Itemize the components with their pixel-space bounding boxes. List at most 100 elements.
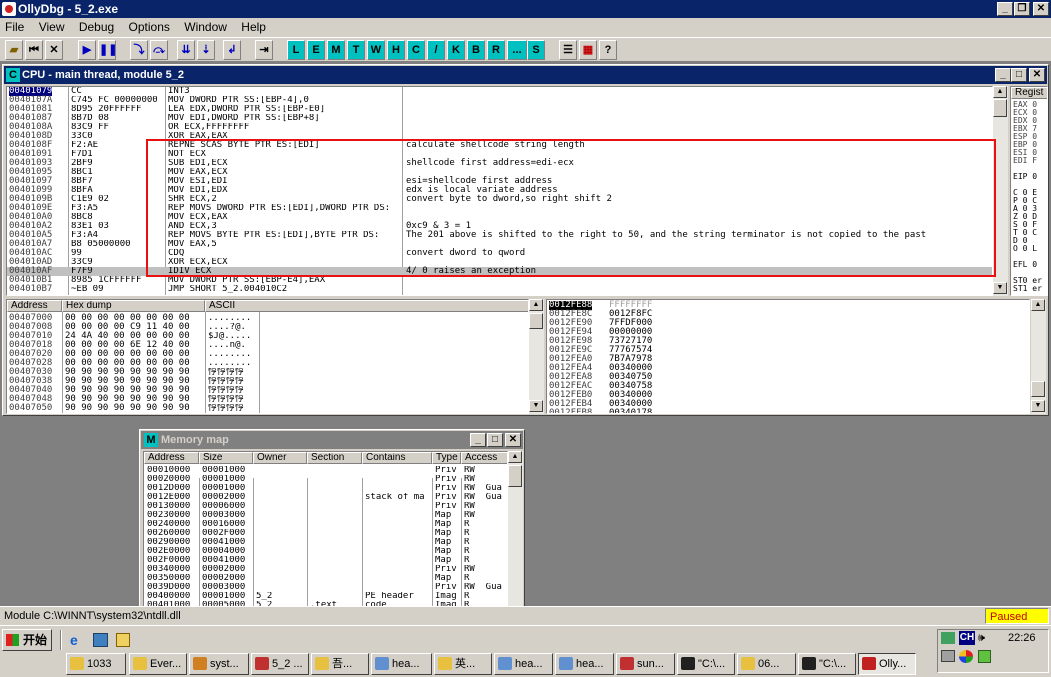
cpu-close-button[interactable]: ✕ xyxy=(1029,68,1045,82)
dump-scrollbar[interactable]: ▲ ▼ xyxy=(529,299,544,414)
disasm-row[interactable]: 00401087 8B7D 08 MOV EDI,DWORD PTR SS:[EBP… xyxy=(7,114,992,123)
language-indicator[interactable]: CH xyxy=(959,631,975,645)
hex-dump-pane[interactable]: Address Hex dump ASCII 00407000 00 00 00 … xyxy=(6,299,529,414)
stack-scrollbar[interactable]: ▲ ▼ xyxy=(1031,299,1046,414)
run-trace-button[interactable]: ... xyxy=(507,40,527,60)
register-line[interactable]: EIP 0 xyxy=(1013,173,1047,181)
references-button[interactable]: R xyxy=(487,40,505,60)
maximize-button[interactable]: ❐ xyxy=(1014,2,1030,16)
start-button[interactable]: 开始 xyxy=(2,629,52,651)
menu-debug[interactable]: Debug xyxy=(79,20,114,34)
list-icon[interactable]: ☰ xyxy=(559,40,577,60)
memmap-header-owner[interactable]: Owner xyxy=(253,452,307,464)
handles-button[interactable]: H xyxy=(387,40,405,60)
menu-window[interactable]: Window xyxy=(184,20,227,34)
threads-button[interactable]: T xyxy=(347,40,365,60)
scroll-thumb[interactable] xyxy=(1031,381,1045,397)
security-icon[interactable] xyxy=(959,650,973,663)
patches-button[interactable]: / xyxy=(427,40,445,60)
cpu-minimize-button[interactable]: _ xyxy=(995,68,1011,82)
modules-button[interactable]: E xyxy=(307,40,325,60)
taskbar-button[interactable]: sun... xyxy=(616,653,675,675)
memmap-row[interactable]: 00290000 00041000 Map R xyxy=(144,538,507,547)
register-line[interactable]: EFL 0 xyxy=(1013,261,1047,269)
taskbar-button[interactable]: syst... xyxy=(189,653,249,675)
memmap-row[interactable]: 00230000 00003000 Map RW xyxy=(144,511,507,520)
goto-icon[interactable]: ⇥ xyxy=(255,40,273,60)
network-icon[interactable] xyxy=(941,632,955,644)
pause-icon[interactable]: ❚❚ xyxy=(98,40,117,60)
stack-row[interactable]: 0012FEB8 00340178 xyxy=(547,409,1027,414)
memmap-row[interactable]: 0012D000 00001000 Priv RW Gua xyxy=(144,484,507,493)
appearance-icon[interactable]: ▦ xyxy=(579,40,597,60)
close-process-icon[interactable]: ✕ xyxy=(45,40,63,60)
call-stack-button[interactable]: K xyxy=(447,40,465,60)
memmap-row[interactable]: 00020000 00001000 Priv RW xyxy=(144,475,507,484)
menu-view[interactable]: View xyxy=(39,20,65,34)
windows-button[interactable]: W xyxy=(367,40,385,60)
app-tray-icon[interactable] xyxy=(978,650,991,663)
memmap-row[interactable]: 00400000 00001000 5_2 PE header Imag R xyxy=(144,592,507,601)
disasm-row[interactable]: 004010B7 ~EB 09 JMP SHORT 5_2.004010C2 xyxy=(7,285,992,294)
taskbar-button[interactable]: 06... xyxy=(737,653,796,675)
memmap-close-button[interactable]: ✕ xyxy=(505,433,521,447)
memmap-row[interactable]: 00260000 0002F000 Map R xyxy=(144,529,507,538)
monitor-icon[interactable] xyxy=(941,650,955,662)
volume-icon[interactable]: 🕪 xyxy=(978,632,985,645)
scroll-down-icon[interactable]: ▼ xyxy=(1031,400,1045,412)
memmap-header-address[interactable]: Address xyxy=(144,452,199,464)
stack-pane[interactable]: 0012FE88 FFFFFFFF 0012FE8C 0012F8FC 0012FE90… xyxy=(546,299,1030,414)
log-window-button[interactable]: L xyxy=(287,40,305,60)
register-line[interactable]: EDI F xyxy=(1013,157,1047,165)
dump-row[interactable]: 00407050 90 90 90 90 90 90 90 90 悙悙悙悙 xyxy=(7,404,527,413)
memmap-header-size[interactable]: Size xyxy=(199,452,253,464)
scroll-up-icon[interactable]: ▲ xyxy=(993,86,1007,98)
taskbar-button[interactable]: hea... xyxy=(371,653,432,675)
memmap-row[interactable]: 002F0000 00041000 Map R xyxy=(144,556,507,565)
taskbar-button[interactable]: 5_2 ... xyxy=(251,653,309,675)
step-over-icon[interactable]: ⤼ xyxy=(150,40,168,60)
memmap-maximize-button[interactable]: □ xyxy=(487,433,503,447)
source-button[interactable]: S xyxy=(527,40,545,60)
memmap-header-section[interactable]: Section xyxy=(307,452,362,464)
memmap-row[interactable]: 00010000 00001000 Priv RW xyxy=(144,466,507,475)
scroll-up-icon[interactable]: ▲ xyxy=(508,451,522,463)
execute-till-return-icon[interactable]: ↲ xyxy=(223,40,241,60)
memmap-row[interactable]: 0012E000 00002000 stack of ma Priv RW Gua xyxy=(144,493,507,502)
quick-launch-icon[interactable] xyxy=(116,633,130,647)
scroll-up-icon[interactable]: ▲ xyxy=(1031,299,1045,311)
memmap-row[interactable]: 00350000 00002000 Map R xyxy=(144,574,507,583)
register-line[interactable]: O 0 L xyxy=(1013,245,1047,253)
restart-icon[interactable]: ⏮ xyxy=(25,40,43,60)
open-icon[interactable]: ▰ xyxy=(5,40,23,60)
memmap-row[interactable]: 00240000 00016000 Map R xyxy=(144,520,507,529)
register-line[interactable]: ST1 er xyxy=(1013,285,1047,293)
trace-over-icon[interactable]: ⇣ xyxy=(197,40,215,60)
menu-help[interactable]: Help xyxy=(241,20,266,34)
taskbar-button[interactable]: 吾... xyxy=(311,653,369,675)
memmap-row[interactable]: 00130000 00006000 Priv RW xyxy=(144,502,507,511)
disasm-row[interactable]: 00401081 8D95 20FFFFFF LEA EDX,DWORD PTR S… xyxy=(7,105,992,114)
taskbar-button[interactable]: hea... xyxy=(555,653,614,675)
disasm-row[interactable]: 0040108A 83C9 FF OR ECX,FFFFFFFF xyxy=(7,123,992,132)
scroll-down-icon[interactable]: ▼ xyxy=(529,400,543,412)
help-icon[interactable]: ? xyxy=(599,40,617,60)
scroll-down-icon[interactable]: ▼ xyxy=(993,282,1007,294)
memmap-row[interactable]: 00340000 00002000 Priv RW xyxy=(144,565,507,574)
registers-pane[interactable]: Regist EAX 0 ECX 0 EDX 0 EBX 7 ESP 0 EBP 0 ESI… xyxy=(1010,86,1048,296)
desktop-icon[interactable] xyxy=(93,633,108,647)
ie-icon[interactable]: e xyxy=(70,632,86,648)
memmap-row[interactable]: 0039D000 00003000 Priv RW Gua xyxy=(144,583,507,592)
memory-button[interactable]: M xyxy=(327,40,345,60)
scroll-thumb[interactable] xyxy=(529,313,543,329)
memmap-minimize-button[interactable]: _ xyxy=(470,433,486,447)
trace-into-icon[interactable]: ⇊ xyxy=(177,40,195,60)
scroll-thumb[interactable] xyxy=(993,99,1007,117)
disasm-row[interactable]: 004010B1 8985 1CFFFFFF MOV DWORD PTR SS:[E… xyxy=(7,276,992,285)
taskbar-button[interactable]: 1033 xyxy=(66,653,126,675)
taskbar-button[interactable]: Ever... xyxy=(129,653,187,675)
disasm-row[interactable]: 00401079 CC INT3 xyxy=(7,87,992,96)
run-icon[interactable]: ▶ xyxy=(78,40,96,60)
memmap-header-type[interactable]: Type xyxy=(432,452,461,464)
memmap-row[interactable]: 002E0000 00004000 Map R xyxy=(144,547,507,556)
